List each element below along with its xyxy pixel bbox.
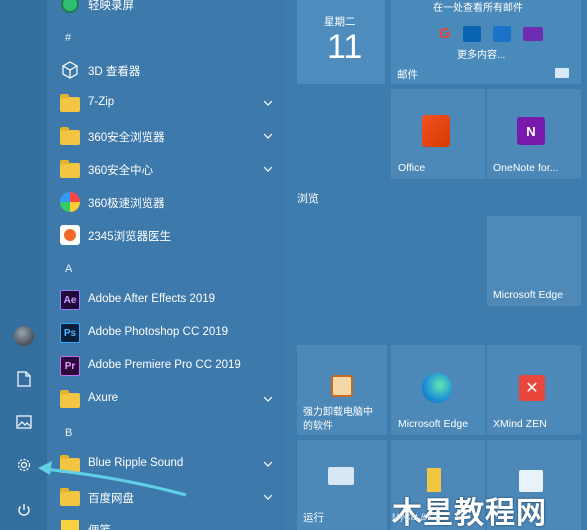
- run-tile[interactable]: 运行: [297, 440, 387, 530]
- section-letter-a[interactable]: A: [65, 263, 72, 275]
- list-item-360-security[interactable]: 360安全中心: [47, 153, 285, 186]
- app-list: 轻映录屏 # 3D 查看器 7-Zip 360安全浏览器 360安全中心 360…: [47, 0, 285, 530]
- user-avatar-button[interactable]: [8, 320, 40, 352]
- uninstall-icon: [331, 375, 353, 397]
- photoshop-icon: Ps: [59, 322, 81, 344]
- xmind-icon: ✕: [519, 375, 545, 401]
- list-item-premiere[interactable]: Pr Adobe Premiere Pro CC 2019: [47, 350, 285, 383]
- watermark-subtext: MyCat & Co...: [392, 512, 449, 522]
- folder-icon: [59, 125, 81, 147]
- chevron-down-icon: [263, 396, 273, 402]
- left-rail: [0, 0, 47, 530]
- chevron-down-icon: [263, 461, 273, 467]
- xmind-tile[interactable]: ✕ XMind ZEN: [487, 345, 581, 435]
- 2345-doctor-icon: [59, 224, 81, 246]
- edge-icon: [422, 373, 452, 403]
- list-item-2345-doctor[interactable]: 2345浏览器医生: [47, 219, 285, 252]
- app-icon: [59, 0, 81, 15]
- pointer-arrow: [38, 461, 187, 497]
- outlook-icon: [462, 25, 481, 42]
- list-item-sticky-notes[interactable]: 便笺: [47, 513, 285, 530]
- google-icon: G: [439, 25, 451, 42]
- list-item[interactable]: 轻映录屏: [47, 0, 285, 21]
- folder-icon: [59, 92, 81, 114]
- onenote-icon: N: [517, 117, 545, 145]
- chevron-down-icon: [263, 100, 273, 106]
- document-icon: [17, 371, 31, 387]
- list-item-axure[interactable]: Axure: [47, 383, 285, 416]
- office-icon: [422, 115, 450, 147]
- list-item-3d-viewer[interactable]: 3D 查看器: [47, 54, 285, 87]
- yahoo-mail-icon: [522, 26, 543, 41]
- mail-icon: [555, 68, 569, 78]
- edge-tile-bottom[interactable]: Microsoft Edge: [391, 345, 485, 435]
- power-icon: [18, 504, 30, 516]
- uninstall-tile[interactable]: 强力卸载电脑中 的软件: [297, 345, 387, 435]
- section-browse[interactable]: 浏览: [297, 190, 319, 206]
- cube-icon: [59, 59, 81, 81]
- 360-browser-icon: [59, 191, 81, 213]
- list-item-360-browser[interactable]: 360安全浏览器: [47, 120, 285, 153]
- section-letter-hash[interactable]: #: [65, 32, 71, 44]
- chevron-down-icon: [263, 166, 273, 172]
- folder-icon: [59, 158, 81, 180]
- watermark-logo: 木星教程网: [392, 496, 547, 530]
- section-letter-b[interactable]: B: [65, 427, 72, 439]
- edge-tile-top[interactable]: Microsoft Edge: [487, 216, 581, 306]
- folder-icon: [59, 388, 81, 410]
- chevron-down-icon: [263, 133, 273, 139]
- documents-button[interactable]: [8, 363, 40, 395]
- exchange-icon: [492, 25, 511, 42]
- avatar: [14, 326, 34, 346]
- chevron-down-icon: [263, 494, 273, 500]
- after-effects-icon: Ae: [59, 289, 81, 311]
- pictures-button[interactable]: [8, 406, 40, 438]
- list-item-photoshop[interactable]: Ps Adobe Photoshop CC 2019: [47, 317, 285, 350]
- list-item-360-speed-browser[interactable]: 360极速浏览器: [47, 186, 285, 219]
- picture-icon: [16, 415, 32, 429]
- sticky-notes-icon: [59, 518, 81, 530]
- mail-tile[interactable]: 在一处查看所有邮件 G 更多内容... 邮件: [391, 0, 581, 84]
- list-item-after-effects[interactable]: Ae Adobe After Effects 2019: [47, 284, 285, 317]
- office-tile[interactable]: Office: [391, 89, 485, 179]
- premiere-icon: Pr: [59, 355, 81, 377]
- run-icon: [328, 467, 354, 485]
- list-item-7zip[interactable]: 7-Zip: [47, 87, 285, 120]
- onenote-tile[interactable]: N OneNote for...: [487, 89, 581, 179]
- calendar-tile[interactable]: 星期二 11: [297, 0, 385, 84]
